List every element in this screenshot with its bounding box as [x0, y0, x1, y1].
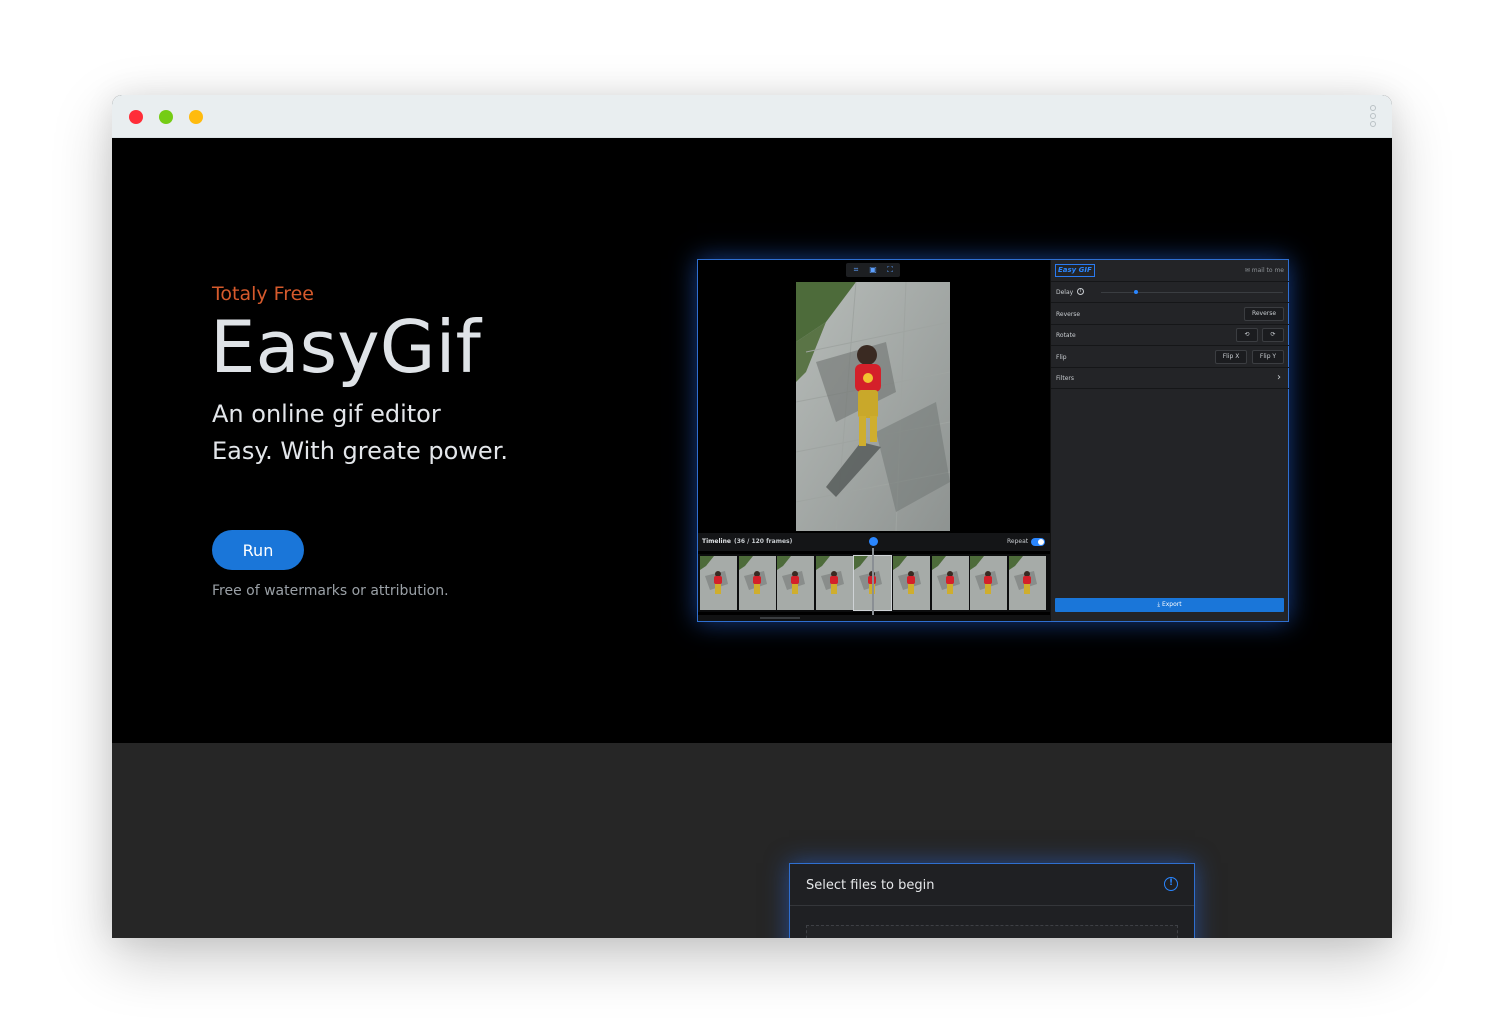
- delay-slider[interactable]: [1101, 290, 1283, 294]
- file-dropzone[interactable]: [806, 925, 1178, 938]
- flip-y-button[interactable]: Flip Y: [1252, 350, 1284, 364]
- run-button[interactable]: Run: [212, 530, 304, 570]
- frame-strip: [698, 554, 1050, 612]
- timeline-frame-count: (36 / 120 frames): [734, 538, 793, 545]
- upload-section: Select files to begin !: [112, 743, 1392, 938]
- repeat-toggle[interactable]: [1031, 538, 1045, 546]
- chevron-right-icon: ›: [1277, 372, 1281, 383]
- frame-thumbnail[interactable]: [738, 556, 776, 610]
- maximize-window-button[interactable]: [159, 110, 173, 124]
- rotate-row: Rotate ⟲ ⟳: [1051, 325, 1289, 346]
- hero-subtitle-line-2: Easy. With greate power.: [212, 437, 508, 465]
- preview-gif-frame: [796, 282, 950, 531]
- mail-link-label: mail to me: [1251, 267, 1284, 274]
- window-titlebar: [112, 95, 1392, 138]
- close-window-button[interactable]: [129, 110, 143, 124]
- minimize-window-button[interactable]: [189, 110, 203, 124]
- play-icon[interactable]: [869, 537, 878, 546]
- timeline-label: Timeline: [702, 538, 731, 545]
- resize-icon: ⛶: [887, 265, 893, 274]
- sidebar-header: Easy GIF ✉ mail to me: [1051, 260, 1289, 282]
- export-label: Export: [1161, 601, 1182, 608]
- timeline-bar: Timeline (36 / 120 frames) Repeat: [698, 533, 1050, 551]
- easygif-logo: Easy GIF: [1055, 264, 1095, 277]
- repeat-label: Repeat: [1007, 538, 1029, 545]
- frame-thumbnail[interactable]: [815, 556, 853, 610]
- frame-thumbnail[interactable]: [1008, 556, 1046, 610]
- browser-window: Totaly Free EasyGif An online gif editor…: [112, 95, 1392, 938]
- crop-icon: ⌗: [853, 265, 859, 274]
- flip-label: Flip: [1056, 354, 1067, 361]
- reverse-label: Reverse: [1056, 311, 1081, 318]
- hero-eyebrow: Totaly Free: [212, 283, 314, 305]
- delay-row: Delay i: [1051, 282, 1289, 303]
- timeline-scrollbar[interactable]: [698, 615, 1050, 621]
- reverse-button[interactable]: Reverse: [1244, 307, 1284, 321]
- flip-x-button[interactable]: Flip X: [1215, 350, 1247, 364]
- rotate-left-icon[interactable]: ⟲: [1236, 328, 1258, 342]
- export-button[interactable]: ⤓ Export: [1055, 598, 1284, 612]
- delay-slider-knob[interactable]: [1133, 290, 1138, 294]
- mail-link[interactable]: ✉ mail to me: [1245, 267, 1284, 274]
- rotate-right-icon[interactable]: ⟳: [1262, 328, 1284, 342]
- divider: [790, 905, 1194, 906]
- upload-card-title: Select files to begin: [806, 878, 935, 893]
- upload-card: Select files to begin !: [789, 863, 1195, 938]
- image-icon: ▣: [869, 265, 877, 274]
- hero-subtitle-line-1: An online gif editor: [212, 400, 441, 428]
- rotate-label: Rotate: [1056, 332, 1076, 339]
- filters-label: Filters: [1056, 375, 1074, 382]
- app-preview-screenshot: ⌗ ▣ ⛶ Timeline (36 / 120 frames) Repeat …: [697, 259, 1289, 622]
- timeline-playhead[interactable]: [872, 548, 874, 620]
- hero-section: Totaly Free EasyGif An online gif editor…: [112, 138, 1392, 743]
- delay-label: Delay: [1056, 289, 1074, 296]
- info-icon: i: [1077, 288, 1084, 295]
- info-icon[interactable]: !: [1164, 877, 1178, 891]
- more-options-icon[interactable]: [1370, 105, 1378, 129]
- preview-sidebar: Easy GIF ✉ mail to me Delay i Reverse Re…: [1050, 260, 1289, 621]
- hero-note: Free of watermarks or attribution.: [212, 583, 449, 599]
- frame-thumbnail[interactable]: [700, 556, 737, 610]
- preview-toolbar: ⌗ ▣ ⛶: [846, 263, 900, 277]
- hero-title: EasyGif: [210, 305, 481, 389]
- filters-row[interactable]: Filters ›: [1051, 368, 1289, 389]
- flip-row: Flip Flip X Flip Y: [1051, 347, 1289, 368]
- frame-thumbnail[interactable]: [777, 556, 815, 610]
- frame-thumbnail[interactable]: [970, 556, 1008, 610]
- frame-thumbnail[interactable]: [931, 556, 969, 610]
- frame-thumbnail[interactable]: [893, 556, 930, 610]
- reverse-row: Reverse Reverse: [1051, 304, 1289, 325]
